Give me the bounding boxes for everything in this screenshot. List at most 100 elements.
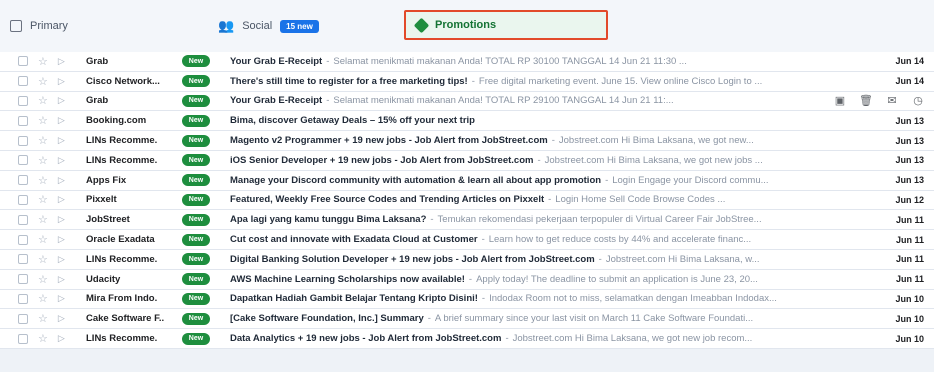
checkbox-icon[interactable] [18,214,28,225]
email-date: Jun 10 [895,293,924,304]
star-icon[interactable]: ☆ [38,114,48,127]
important-marker-icon[interactable]: ▷ [58,214,65,225]
email-row[interactable]: ☆ ▷ Oracle Exadata New Cut cost and innovate… [0,230,934,250]
snippet-separator: - [326,95,330,107]
email-snippet: Jobstreet.com Hi Bima Laksana, w... [605,253,760,265]
checkbox-icon[interactable] [18,95,28,106]
archive-icon[interactable]: ▣ [834,95,846,107]
star-icon[interactable]: ☆ [38,332,48,345]
email-snippet: Selamat menikmati makanan Anda! TOTAL RP… [333,55,687,67]
star-icon[interactable]: ☆ [38,154,48,167]
star-icon[interactable]: ☆ [38,213,48,226]
important-marker-icon[interactable]: ▷ [58,313,65,324]
email-row[interactable]: ☆ ▷ LINs Recomme. New Data Analytics + 19 ne… [0,329,934,349]
star-icon[interactable]: ☆ [38,75,48,88]
email-row[interactable]: ☆ ▷ Apps Fix New Manage your Discord communi… [0,170,934,191]
email-row[interactable]: ☆ ▷ Udacity New AWS Machine Learning Scholar… [0,269,934,290]
checkbox-icon[interactable] [18,293,28,304]
row-controls: ☆ ▷ [0,134,86,147]
email-subject: [Cake Software Foundation, Inc.] Summary [230,313,424,325]
email-row[interactable]: ☆ ▷ Cisco Network... New There's still time … [0,71,934,92]
important-marker-icon[interactable]: ▷ [58,234,65,245]
email-sender: Mira From Indo. [86,293,158,305]
checkbox-icon[interactable] [18,56,28,67]
email-row[interactable]: ☆ ▷ LINs Recomme. New Digital Banking Soluti… [0,249,934,270]
important-marker-icon[interactable]: ▷ [58,95,65,106]
row-controls: ☆ ▷ [0,114,86,127]
email-preview: Manage your Discord community with autom… [230,175,886,186]
trash-icon[interactable]: 🗑 [859,95,873,107]
tag-icon [413,17,430,33]
new-badge: New [182,332,210,345]
tab-social[interactable]: 👥 Social 15 new [218,0,319,52]
checkbox-icon[interactable] [18,76,28,87]
important-marker-icon[interactable]: ▷ [58,76,65,87]
email-row[interactable]: ☆ ▷ Booking.com New Bima, discover Getaway D… [0,111,934,132]
important-marker-icon[interactable]: ▷ [58,175,65,186]
checkbox-icon[interactable] [18,313,28,324]
email-row[interactable]: ☆ ▷ Pixxelt New Featured, Weekly Free Source… [0,190,934,211]
checkbox-icon[interactable] [18,115,28,126]
important-marker-icon[interactable]: ▷ [58,56,65,67]
clock-icon[interactable]: ◷ [912,95,924,107]
email-date: Jun 13 [895,135,924,146]
email-subject: Magento v2 Programmer + 19 new jobs - Jo… [230,135,548,147]
tab-primary[interactable]: Primary [10,0,68,52]
snippet-separator: - [537,154,541,166]
new-badge: New [182,253,210,266]
star-icon[interactable]: ☆ [38,273,48,286]
star-icon[interactable]: ☆ [38,233,48,246]
email-date: Jun 13 [895,155,924,166]
email-row[interactable]: ☆ ▷ LINs Recomme. New Magento v2 Programmer … [0,131,934,151]
star-icon[interactable]: ☆ [38,312,48,325]
email-preview: Featured, Weekly Free Source Codes and T… [230,194,886,205]
mail-window: Primary 👥 Social 15 new Promotions ☆ ▷ Gra… [0,0,934,372]
email-date: Jun 13 [895,115,924,126]
people-icon: 👥 [218,18,235,33]
email-preview: Dapatkan Hadiah Gambit Belajar Tentang K… [230,293,886,304]
checkbox-icon[interactable] [18,234,28,245]
star-icon[interactable]: ☆ [38,55,48,68]
important-marker-icon[interactable]: ▷ [58,333,65,344]
email-date: Jun 11 [895,274,924,285]
checkbox-icon[interactable] [18,274,28,285]
important-marker-icon[interactable]: ▷ [58,135,65,146]
email-row[interactable]: ☆ ▷ Grab New Your Grab E-Receipt - Selamat men… [0,91,934,112]
email-snippet: Learn how to get reduce costs by 44% and… [488,234,752,246]
email-row[interactable]: ☆ ▷ JobStreet New Apa lagi yang kamu tunggu … [0,210,934,231]
important-marker-icon[interactable]: ▷ [58,115,65,126]
star-icon[interactable]: ☆ [38,174,48,187]
new-badge: New [182,114,210,127]
email-sender: Oracle Exadata [86,234,155,246]
important-marker-icon[interactable]: ▷ [58,254,65,265]
important-marker-icon[interactable]: ▷ [58,293,65,304]
row-controls: ☆ ▷ [0,292,86,305]
email-row[interactable]: ☆ ▷ Mira From Indo. New Dapatkan Hadiah Gamb… [0,289,934,310]
star-icon[interactable]: ☆ [38,253,48,266]
tab-promotions[interactable]: Promotions [404,10,608,40]
envelope-icon[interactable]: ✉ [886,95,898,107]
email-preview: AWS Machine Learning Scholarships now av… [230,274,886,285]
email-row[interactable]: ☆ ▷ Cake Software F.. New [Cake Software Fou… [0,309,934,330]
checkbox-icon[interactable] [18,254,28,265]
checkbox-icon[interactable] [18,333,28,344]
email-row[interactable]: ☆ ▷ Grab New Your Grab E-Receipt - Selamat men… [0,52,934,72]
email-sender: Udacity [86,273,121,285]
new-badge: New [182,55,210,68]
new-badge: New [182,154,210,167]
checkbox-icon[interactable] [18,135,28,146]
checkbox-icon[interactable] [10,20,22,32]
checkbox-icon[interactable] [18,194,28,205]
important-marker-icon[interactable]: ▷ [58,274,65,285]
star-icon[interactable]: ☆ [38,193,48,206]
important-marker-icon[interactable]: ▷ [58,194,65,205]
star-icon[interactable]: ☆ [38,94,48,107]
checkbox-icon[interactable] [18,175,28,186]
star-icon[interactable]: ☆ [38,292,48,305]
email-row[interactable]: ☆ ▷ LINs Recomme. New iOS Senior Developer +… [0,150,934,171]
row-controls: ☆ ▷ [0,154,86,167]
email-preview: There's still time to register for a fre… [230,76,886,87]
important-marker-icon[interactable]: ▷ [58,155,65,166]
checkbox-icon[interactable] [18,155,28,166]
star-icon[interactable]: ☆ [38,134,48,147]
